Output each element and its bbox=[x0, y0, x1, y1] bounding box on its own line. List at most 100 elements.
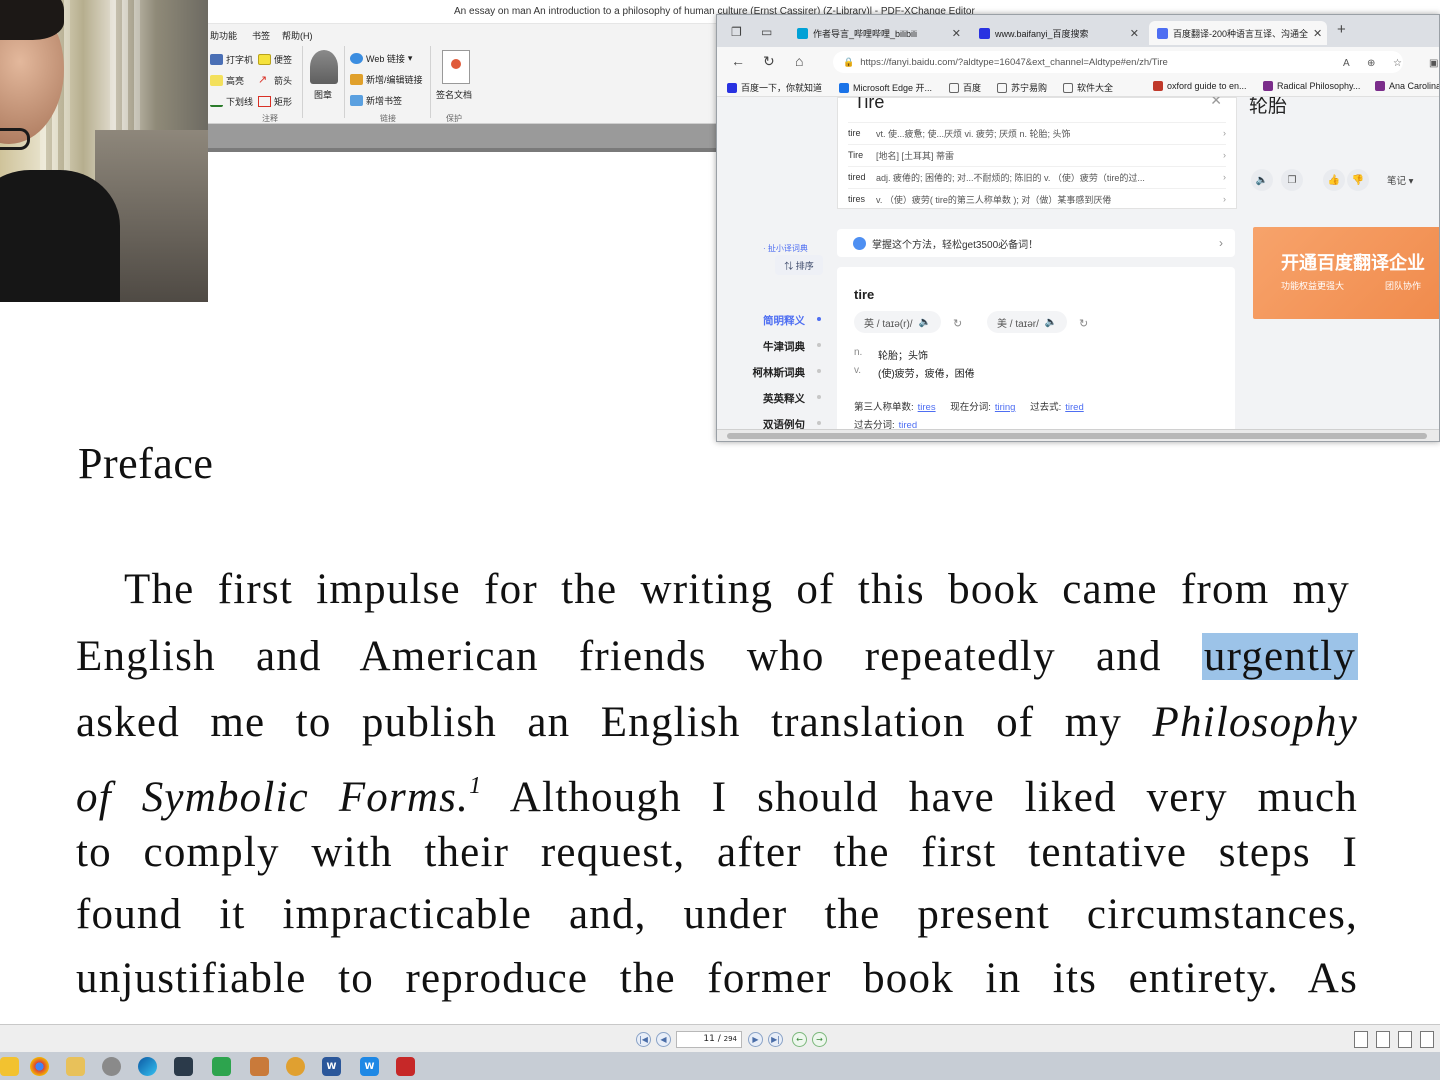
replay-icon[interactable]: ↻ bbox=[1079, 317, 1088, 330]
file-explorer-icon[interactable] bbox=[0, 1057, 19, 1076]
speaker-icon[interactable]: 🔈 bbox=[919, 317, 931, 328]
form-link-tired[interactable]: tired bbox=[1065, 402, 1083, 413]
text-line-3[interactable]: asked me to publish an English translati… bbox=[76, 697, 1358, 749]
tab-baidu-translate[interactable]: 百度翻译-200种语言互译、沟通全 ✕ bbox=[1149, 21, 1327, 45]
sticky-note-tool[interactable]: 便签 bbox=[258, 53, 292, 66]
text-selection[interactable]: urgently bbox=[1201, 633, 1358, 680]
speaker-icon[interactable]: 🔈 bbox=[1045, 317, 1057, 328]
us-pronunciation[interactable]: 美 / taɪər/ 🔈 bbox=[987, 311, 1068, 333]
thumbs-down-icon[interactable]: 👎 bbox=[1347, 169, 1369, 191]
new-tab-button[interactable]: + bbox=[1337, 21, 1346, 38]
sidebar-item-concise[interactable]: 简明释义 bbox=[743, 313, 805, 328]
form-link-tiring[interactable]: tiring bbox=[995, 402, 1016, 413]
text-line-7[interactable]: unjustifiable to reproduce the former bo… bbox=[76, 953, 1358, 1005]
writer-icon[interactable]: W bbox=[360, 1057, 379, 1076]
read-aloud-icon[interactable]: A bbox=[1343, 58, 1350, 69]
typewriter-tool[interactable]: 打字机 bbox=[210, 53, 253, 66]
search-app-icon[interactable] bbox=[286, 1057, 305, 1076]
bookmark-item[interactable]: 百度 bbox=[949, 81, 981, 94]
first-page-icon[interactable]: |◀ bbox=[636, 1032, 651, 1047]
copy-icon[interactable]: ❐ bbox=[1281, 169, 1303, 191]
small-dict-link[interactable]: · 扯小译词典 bbox=[763, 243, 808, 254]
web-link-button[interactable]: Web 链接 ▾ bbox=[350, 52, 412, 65]
text-line-5[interactable]: to comply with their request, after the … bbox=[76, 827, 1358, 879]
form-link-tires[interactable]: tires bbox=[918, 402, 936, 413]
menu-tab-accessibility[interactable]: 助功能 bbox=[210, 29, 237, 42]
sidebar-item-oxford[interactable]: 牛津词典 bbox=[743, 339, 805, 354]
horizontal-scrollbar[interactable] bbox=[717, 429, 1439, 441]
home-icon[interactable]: ⌂ bbox=[795, 53, 803, 69]
back-view-icon[interactable]: ← bbox=[792, 1032, 807, 1047]
suggestion-item[interactable]: Tire [地名] [土耳其] 蒂雷 › bbox=[848, 144, 1226, 165]
tab-bilibili[interactable]: 作者导言_哔哩哔哩_bilibili ✕ bbox=[789, 21, 969, 45]
zoom-icon[interactable]: ⊕ bbox=[1367, 58, 1375, 69]
sign-document-icon[interactable] bbox=[442, 50, 470, 84]
stamp-icon[interactable] bbox=[310, 50, 338, 84]
text-line-1[interactable]: The first impulse for the writing of thi… bbox=[124, 564, 1350, 616]
edit-link-button[interactable]: 新增/编辑链接 bbox=[350, 73, 423, 86]
prev-page-icon[interactable]: ◀ bbox=[656, 1032, 671, 1047]
continuous-view-icon[interactable] bbox=[1376, 1031, 1390, 1048]
next-page-icon[interactable]: ▶ bbox=[748, 1032, 763, 1047]
sidebar-item-english-english[interactable]: 英英释义 bbox=[743, 391, 805, 406]
app-icon[interactable] bbox=[102, 1057, 121, 1076]
uk-pronunciation[interactable]: 英 / taɪə(r)/ 🔈 bbox=[854, 311, 942, 333]
suggestion-item[interactable]: tires v. （使）疲劳( tire的第三人称单数 ); 对（做）某事感到厌倦… bbox=[848, 188, 1226, 209]
pdf-xchange-icon[interactable] bbox=[396, 1057, 415, 1076]
app-icon[interactable] bbox=[212, 1057, 231, 1076]
browser-window[interactable]: ❐ ▭ 作者导言_哔哩哔哩_bilibili ✕ www.baifanyi_百度… bbox=[716, 14, 1440, 442]
bookmark-item[interactable]: Microsoft Edge 开... bbox=[839, 81, 932, 94]
highlight-tool[interactable]: 高亮 bbox=[210, 74, 244, 87]
url-field[interactable]: 🔒 https://fanyi.baidu.com/?aldtype=16047… bbox=[833, 51, 1403, 73]
text-line-4[interactable]: of Symbolic Forms.1 Although I should ha… bbox=[76, 760, 1358, 821]
sidebar-item-collins[interactable]: 柯林斯词典 bbox=[743, 365, 806, 380]
sort-button[interactable]: ⇅ 排序 bbox=[775, 255, 823, 275]
chrome-icon[interactable] bbox=[30, 1057, 49, 1076]
footnote-marker[interactable]: 1 bbox=[469, 773, 482, 799]
promo-banner[interactable]: 掌握这个方法，轻松get3500必备词！ › bbox=[837, 229, 1235, 257]
bookmark-item[interactable]: oxford guide to en... bbox=[1153, 81, 1247, 91]
page-number-field[interactable]: 11 / 294 bbox=[676, 1031, 742, 1048]
extensions-icon[interactable]: ▣ bbox=[1429, 58, 1438, 69]
suggestion-item[interactable]: tire vt. 使...疲惫; 使...厌烦 vi. 疲劳; 厌烦 n. 轮胎;… bbox=[848, 122, 1226, 143]
app-icon[interactable] bbox=[66, 1057, 85, 1076]
forward-view-icon[interactable]: → bbox=[812, 1032, 827, 1047]
close-icon[interactable]: ✕ bbox=[1210, 97, 1222, 109]
underline-tool[interactable]: 下划线 bbox=[210, 95, 253, 108]
refresh-icon[interactable]: ↻ bbox=[763, 53, 775, 70]
arrow-tool[interactable]: ↗ 箭头 bbox=[258, 74, 292, 87]
app-icon[interactable] bbox=[250, 1057, 269, 1076]
text-line-2[interactable]: English and American friends who repeate… bbox=[76, 631, 1358, 683]
menu-tab-help[interactable]: 帮助(H) bbox=[282, 29, 313, 42]
speaker-icon[interactable]: 🔈 bbox=[1251, 169, 1273, 191]
back-icon[interactable]: ← bbox=[731, 53, 745, 69]
bookmark-item[interactable]: Radical Philosophy... bbox=[1263, 81, 1360, 91]
menu-tab-bookmarks[interactable]: 书签 bbox=[252, 29, 270, 42]
close-tab-icon[interactable]: ✕ bbox=[952, 27, 961, 40]
bookmark-item[interactable]: Ana Carolina bbox=[1375, 81, 1439, 91]
camera-app-icon[interactable] bbox=[174, 1057, 193, 1076]
thumbs-up-icon[interactable]: 👍 bbox=[1323, 169, 1345, 191]
replay-icon[interactable]: ↻ bbox=[953, 317, 962, 330]
enterprise-promo[interactable]: 开通百度翻译企业 功能权益更强大 团队协作 bbox=[1253, 227, 1439, 319]
text-line-6[interactable]: found it impracticable and, under the pr… bbox=[76, 889, 1358, 941]
scrollbar-thumb[interactable] bbox=[727, 433, 1427, 439]
tab-baidu-search[interactable]: www.baifanyi_百度搜索 ✕ bbox=[971, 21, 1147, 45]
word-icon[interactable]: W bbox=[322, 1057, 341, 1076]
favorite-icon[interactable]: ☆ bbox=[1393, 58, 1402, 69]
close-tab-icon[interactable]: ✕ bbox=[1313, 27, 1322, 40]
facing-view-icon[interactable] bbox=[1398, 1031, 1412, 1048]
single-page-view-icon[interactable] bbox=[1354, 1031, 1368, 1048]
tab-actions-icon[interactable]: ▭ bbox=[761, 25, 772, 39]
notes-dropdown[interactable]: 笔记 ▾ bbox=[1387, 173, 1413, 187]
bookmark-item[interactable]: 百度一下，你就知道 bbox=[727, 81, 822, 94]
add-bookmark-button[interactable]: 新增书签 bbox=[350, 94, 402, 107]
suggestion-item[interactable]: tired adj. 疲倦的; 困倦的; 对...不耐烦的; 陈旧的 v. （使）… bbox=[848, 166, 1226, 187]
query-text[interactable]: Tire bbox=[854, 97, 884, 113]
bookmark-item[interactable]: 软件大全 bbox=[1063, 81, 1113, 94]
bookmark-item[interactable]: 苏宁易购 bbox=[997, 81, 1047, 94]
workspaces-icon[interactable]: ❐ bbox=[731, 25, 742, 39]
edge-icon[interactable] bbox=[138, 1057, 157, 1076]
continuous-facing-view-icon[interactable] bbox=[1420, 1031, 1434, 1048]
rectangle-tool[interactable]: 矩形 bbox=[258, 95, 292, 108]
